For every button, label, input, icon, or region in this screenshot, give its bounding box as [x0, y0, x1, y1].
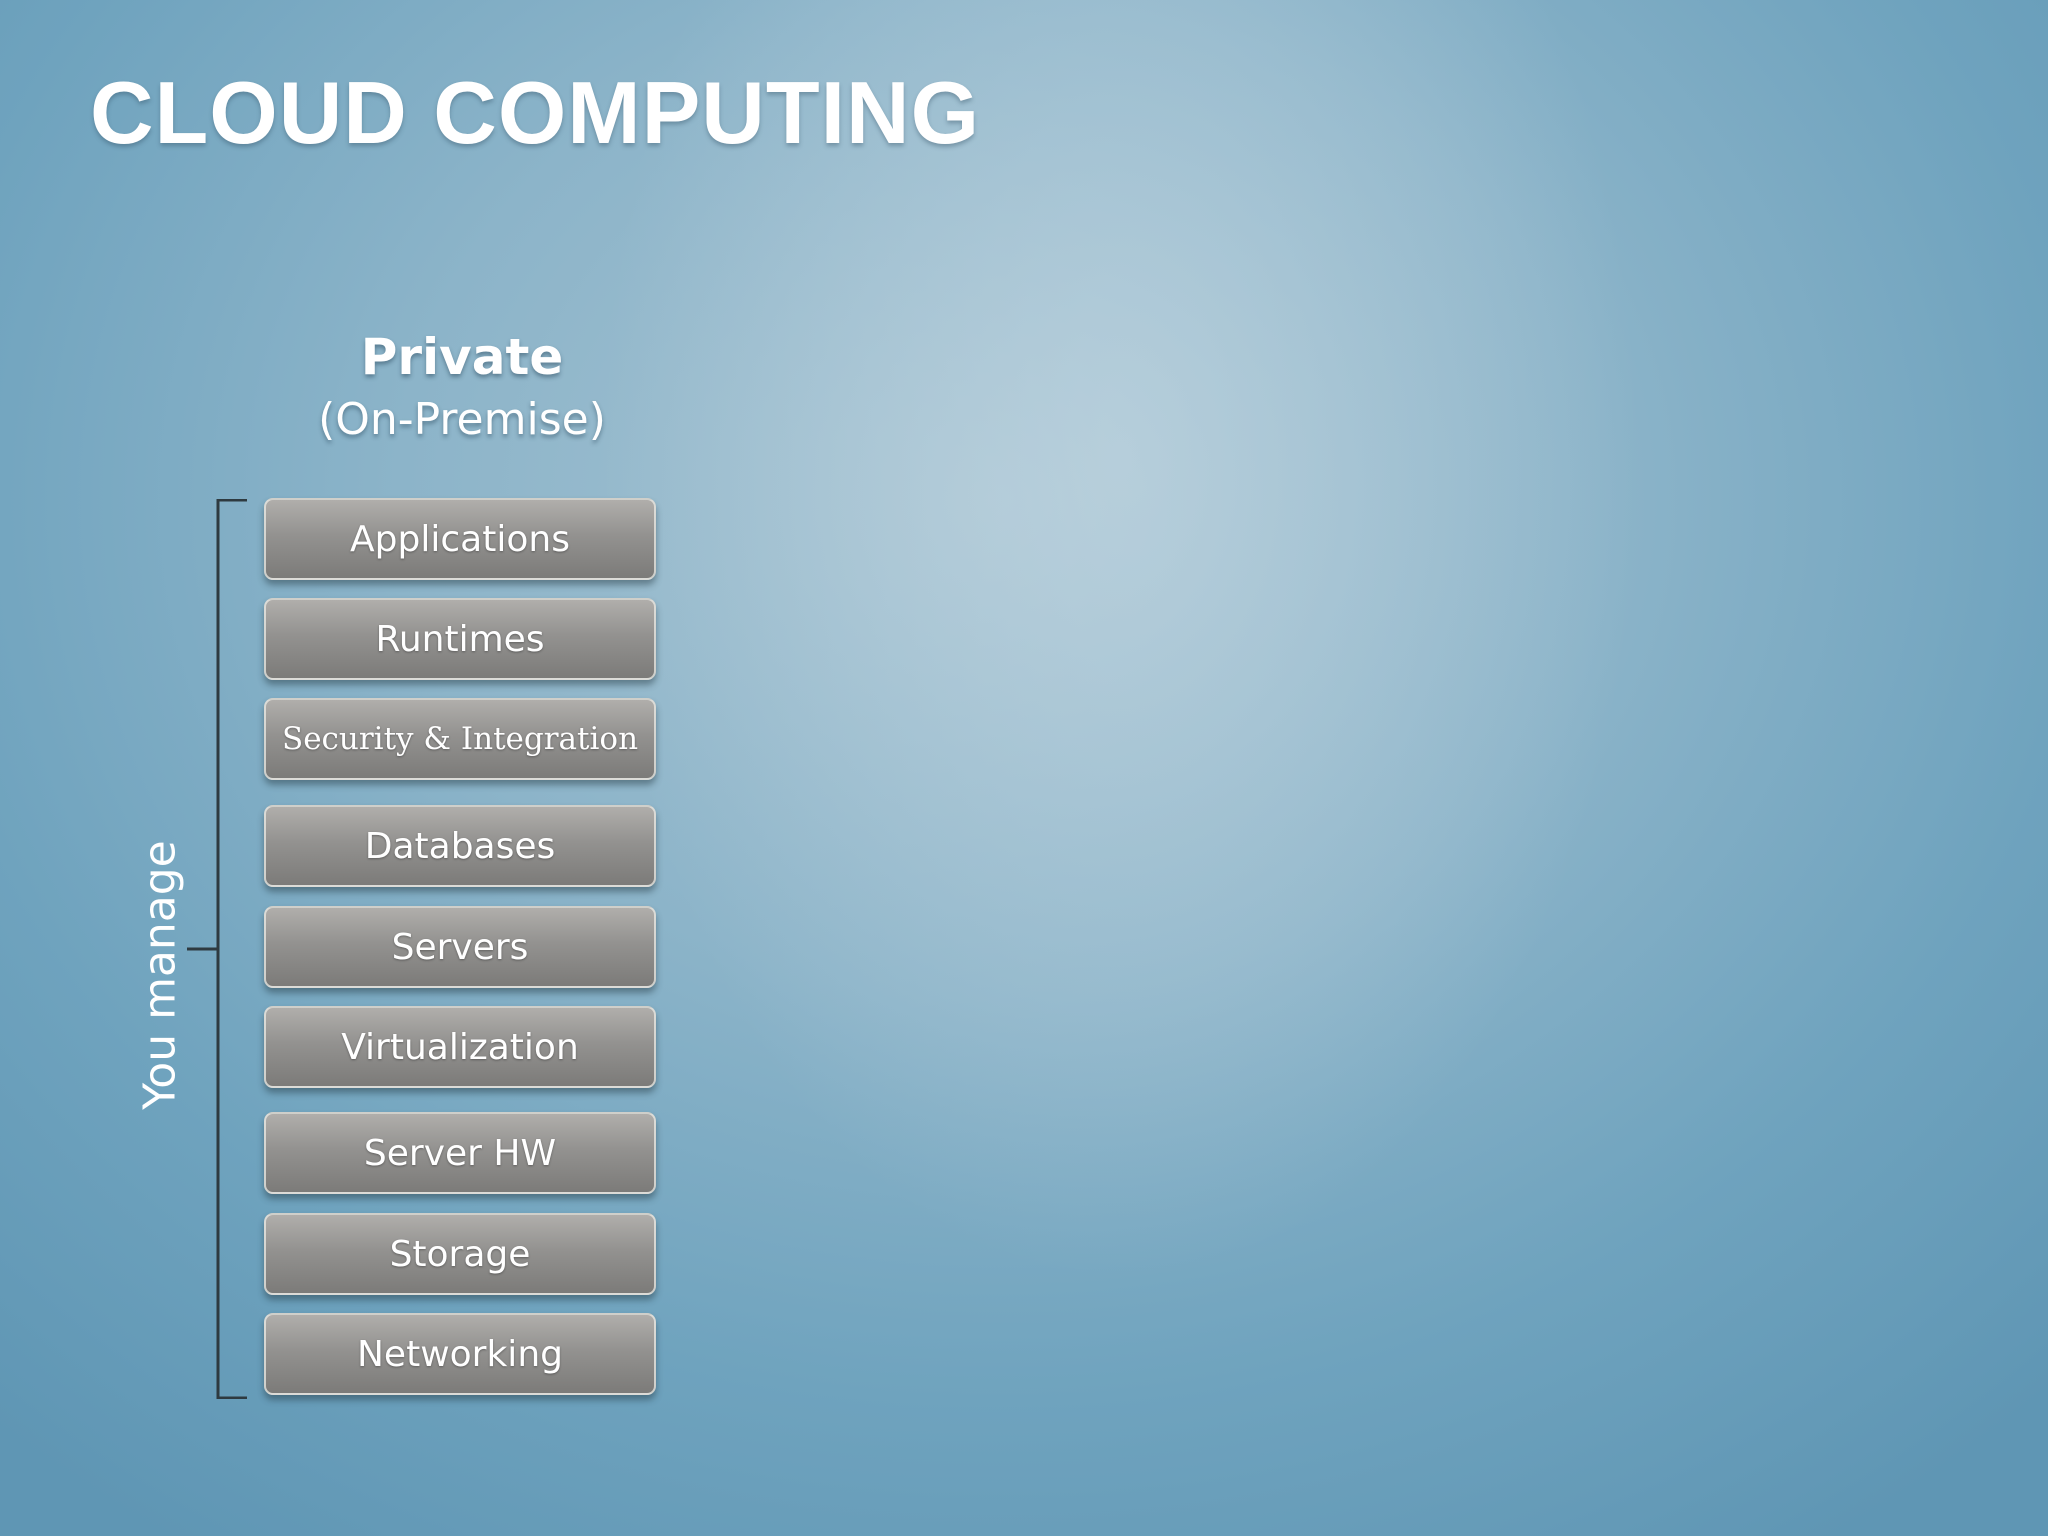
layer-label: Server HW: [363, 1132, 557, 1174]
layer-storage: Storage: [264, 1213, 656, 1295]
layer-label: Security & Integration: [281, 721, 639, 757]
layer-security-integration: Security & Integration: [264, 698, 656, 780]
layer-databases: Databases: [264, 805, 656, 887]
layer-virtualization: Virtualization: [264, 1006, 656, 1088]
layer-label: Virtualization: [341, 1026, 579, 1068]
column-subtitle: (On-Premise): [318, 394, 606, 445]
layer-label: Databases: [364, 825, 556, 867]
layer-label: Applications: [350, 518, 570, 560]
layer-label: Servers: [391, 926, 529, 968]
layer-label: Networking: [357, 1333, 563, 1375]
layer-runtimes: Runtimes: [264, 598, 656, 680]
layer-applications: Applications: [264, 498, 656, 580]
layer-label: Runtimes: [375, 618, 545, 660]
side-label-you-manage: You manage: [134, 840, 186, 1110]
layer-networking: Networking: [264, 1313, 656, 1395]
you-manage-bracket: [187, 499, 247, 1399]
layer-servers: Servers: [264, 906, 656, 988]
layer-label: Storage: [389, 1233, 531, 1275]
layer-server-hw: Server HW: [264, 1112, 656, 1194]
slide-title: CLOUD COMPUTING: [90, 63, 981, 162]
column-title: Private: [360, 328, 564, 386]
